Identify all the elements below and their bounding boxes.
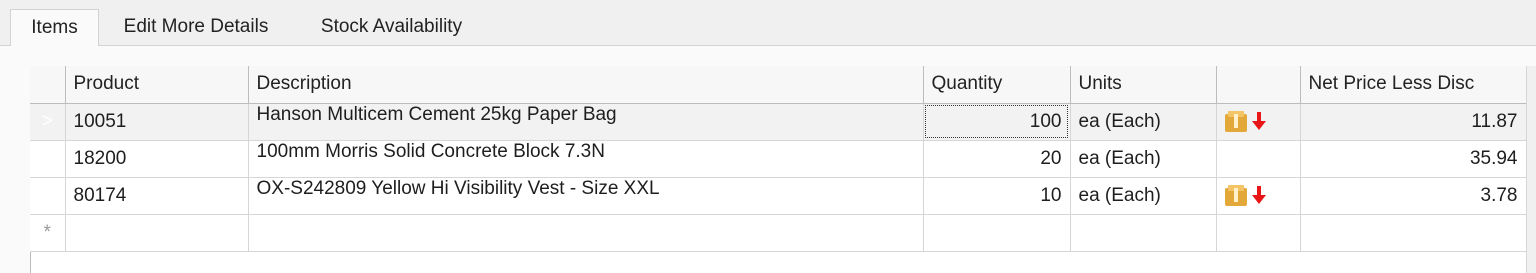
stock-status-cell[interactable] xyxy=(1216,103,1301,141)
grid-scroll-edge[interactable] xyxy=(1526,66,1536,273)
current-row-marker[interactable]: > xyxy=(30,103,66,141)
table-row[interactable]: 18200 100mm Morris Solid Concrete Block … xyxy=(30,140,1527,178)
stock-status-cell[interactable] xyxy=(1216,140,1301,178)
new-units-cell[interactable] xyxy=(1070,214,1217,252)
tab-stock-availability[interactable]: Stock Availability xyxy=(300,9,483,45)
new-row[interactable]: * xyxy=(30,214,1527,252)
stock-status-cell[interactable] xyxy=(1216,177,1301,215)
stock-box-icon xyxy=(1224,110,1249,132)
product-cell[interactable]: 80174 xyxy=(65,177,249,215)
column-header-quantity[interactable]: Quantity xyxy=(923,66,1071,104)
table-row[interactable]: > 10051 Hanson Multicem Cement 25kg Pape… xyxy=(30,103,1527,141)
row-header[interactable] xyxy=(30,177,66,215)
column-header-net-price[interactable]: Net Price Less Disc xyxy=(1300,66,1527,104)
row-header-corner xyxy=(30,66,66,104)
quantity-cell[interactable]: 100 xyxy=(923,103,1071,141)
units-cell[interactable]: ea (Each) xyxy=(1070,177,1217,215)
column-header-product[interactable]: Product xyxy=(65,66,249,104)
net-price-cell[interactable]: 35.94 xyxy=(1300,140,1527,178)
quantity-cell[interactable]: 10 xyxy=(923,177,1071,215)
items-grid: Product Description Quantity Units Net P… xyxy=(30,66,1527,252)
new-net-price-cell[interactable] xyxy=(1300,214,1527,252)
grid-header-row: Product Description Quantity Units Net P… xyxy=(30,66,1527,104)
product-cell[interactable]: 18200 xyxy=(65,140,249,178)
quantity-cell[interactable]: 20 xyxy=(923,140,1071,178)
units-cell[interactable]: ea (Each) xyxy=(1070,140,1217,178)
row-header[interactable] xyxy=(30,140,66,178)
column-header-units[interactable]: Units xyxy=(1070,66,1217,104)
new-quantity-cell[interactable] xyxy=(923,214,1071,252)
new-product-cell[interactable] xyxy=(65,214,249,252)
tab-items[interactable]: Items xyxy=(10,9,99,46)
column-header-description[interactable]: Description xyxy=(248,66,924,104)
column-header-stock[interactable] xyxy=(1216,66,1301,104)
tab-edit-more-details[interactable]: Edit More Details xyxy=(106,9,286,45)
net-price-cell[interactable]: 11.87 xyxy=(1300,103,1527,141)
net-price-cell[interactable]: 3.78 xyxy=(1300,177,1527,215)
description-cell[interactable]: Hanson Multicem Cement 25kg Paper Bag xyxy=(248,103,924,141)
stock-box-icon xyxy=(1224,184,1249,206)
units-cell[interactable]: ea (Each) xyxy=(1070,103,1217,141)
table-row[interactable]: 80174 OX-S242809 Yellow Hi Visibility Ve… xyxy=(30,177,1527,215)
new-stock-cell[interactable] xyxy=(1216,214,1301,252)
low-stock-arrow-icon xyxy=(1251,186,1266,205)
new-row-marker[interactable]: * xyxy=(30,214,66,252)
low-stock-arrow-icon xyxy=(1251,112,1266,131)
description-cell[interactable]: 100mm Morris Solid Concrete Block 7.3N xyxy=(248,140,924,178)
tab-strip: Items Edit More Details Stock Availabili… xyxy=(0,0,1536,46)
product-cell[interactable]: 10051 xyxy=(65,103,249,141)
new-description-cell[interactable] xyxy=(248,214,924,252)
description-cell[interactable]: OX-S242809 Yellow Hi Visibility Vest - S… xyxy=(248,177,924,215)
